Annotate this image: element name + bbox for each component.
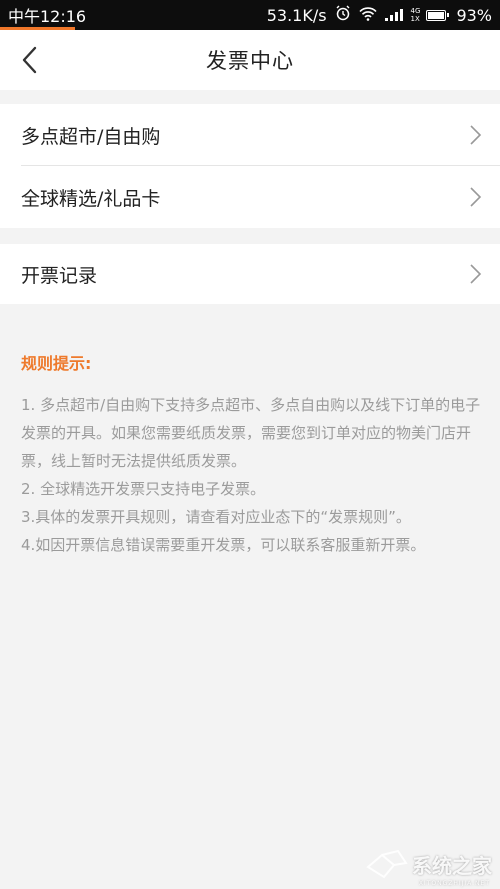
status-bar: 中午12:16 53.1K/s 4G 1X 93% [0, 0, 500, 30]
menu-item-label: 全球精选/礼品卡 [21, 187, 161, 210]
rule-item: 2. 全球精选开发票只支持电子发票。 [21, 480, 266, 498]
menu-item-label: 开票记录 [21, 264, 98, 287]
back-button[interactable] [14, 44, 44, 76]
wifi-icon [358, 6, 377, 25]
menu-item-global-selection[interactable]: 全球精选/礼品卡 [0, 166, 500, 228]
menu-item-label: 多点超市/自由购 [21, 125, 161, 148]
menu-item-invoice-records[interactable]: 开票记录 [0, 244, 500, 304]
watermark-text: 系统之家 [412, 853, 492, 878]
rule-item: 1. 多点超市/自由购下支持多点超市、多点自由购以及线下订单的电子发票的开具。如… [21, 396, 481, 470]
nav-bar: 发票中心 [0, 30, 500, 90]
page-title: 发票中心 [206, 49, 294, 73]
network-speed: 53.1K/s [266, 5, 327, 25]
network-type-main: 4G [410, 7, 421, 15]
signal-icon [384, 6, 403, 25]
watermark: 系统之家 XITONGZHIJIA.NET [364, 849, 492, 887]
invoice-menu-group: 多点超市/自由购 全球精选/礼品卡 [0, 104, 500, 228]
status-time: 中午12:16 [8, 7, 87, 26]
chevron-right-icon [470, 125, 482, 145]
network-type-sub: 1X [410, 15, 420, 23]
battery-icon [426, 9, 450, 21]
menu-divider [21, 165, 500, 166]
rule-item: 4.如因开票信息错误需要重开发票，可以联系客服重新开票。 [21, 536, 426, 554]
chevron-left-icon [22, 46, 37, 74]
menu-item-duodian-supermarket[interactable]: 多点超市/自由购 [0, 104, 500, 166]
rules-section: 规则提示: 1. 多点超市/自由购下支持多点超市、多点自由购以及线下订单的电子发… [21, 350, 483, 559]
rule-item: 3.具体的发票开具规则，请查看对应业态下的“发票规则”。 [21, 508, 411, 526]
watermark-subtext: XITONGZHIJIA.NET [418, 880, 490, 887]
records-group: 开票记录 [0, 244, 500, 304]
chevron-right-icon [470, 187, 482, 207]
chevron-right-icon [470, 264, 482, 284]
status-right: 53.1K/s 4G 1X 93% [267, 5, 492, 25]
site-logo-icon [366, 849, 408, 879]
alarm-icon [335, 5, 351, 25]
rules-heading: 规则提示: [21, 354, 92, 373]
network-type: 4G 1X [411, 7, 421, 23]
battery-level: 93% [456, 5, 492, 25]
